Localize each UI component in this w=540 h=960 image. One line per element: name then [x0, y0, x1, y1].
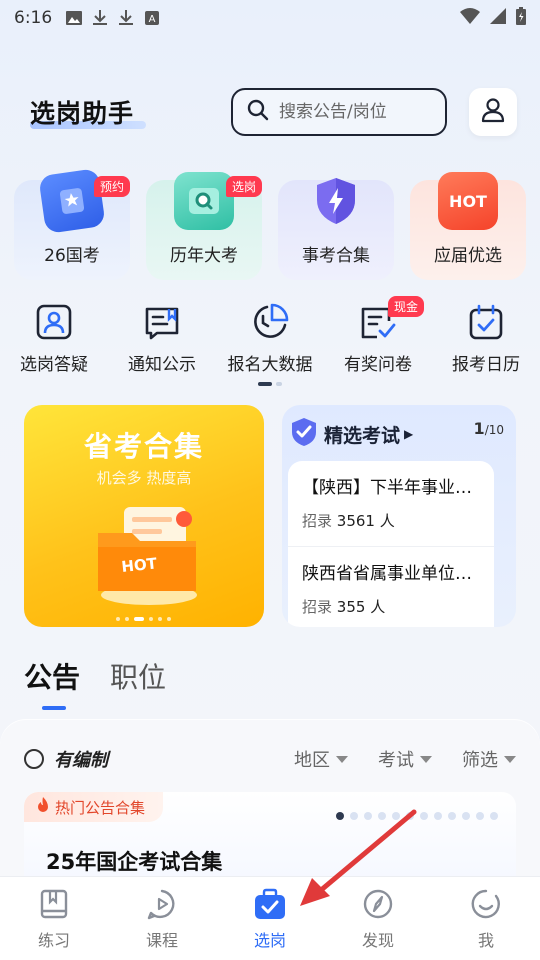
- establishment-checkbox[interactable]: [24, 749, 44, 769]
- download-icon: [118, 10, 134, 26]
- exam-panel: 精选考试 ▶ 1/10 【陕西】下半年事业单位招聘 招录 3561 人 陕西省省…: [282, 405, 516, 627]
- tool-label: 报名大数据: [227, 355, 313, 375]
- feature-label: 事考合集: [302, 246, 370, 266]
- hot-folder-icon: HOT: [98, 507, 197, 605]
- lightning-shield-icon: [306, 172, 366, 230]
- hot-title: 25年国企考试合集: [46, 850, 223, 874]
- tool-label: 有奖问卷: [344, 355, 412, 375]
- feature-label: 26国考: [44, 246, 100, 266]
- user-icon: [480, 97, 506, 127]
- feature-card-guokao[interactable]: 预约 26国考: [14, 168, 130, 280]
- nav-discover[interactable]: 发现: [324, 877, 432, 960]
- download-icon: [92, 10, 108, 26]
- play-icon: [145, 887, 179, 921]
- profile-button[interactable]: [469, 88, 517, 136]
- nav-practice[interactable]: 练习: [0, 877, 108, 960]
- exam-panel-title: 精选考试: [324, 424, 401, 447]
- feature-card-shikao[interactable]: 事考合集: [278, 178, 394, 280]
- badge-reserve: 预约: [93, 176, 130, 197]
- nav-courses[interactable]: 课程: [108, 877, 216, 960]
- list-panel: 有编制 地区 考试 筛选 热门公告合集 25年国企考试合集: [0, 720, 540, 892]
- app-a-icon: A: [144, 10, 160, 26]
- dropdown-icon: [336, 755, 348, 763]
- compass-icon: [361, 887, 395, 921]
- exam-meta: 招录 3561 人: [302, 512, 395, 530]
- svg-text:A: A: [149, 14, 156, 25]
- tool-label: 选岗答疑: [20, 355, 88, 375]
- tool-calendar[interactable]: 报考日历: [432, 298, 540, 375]
- svg-text:HOT: HOT: [449, 192, 487, 211]
- tab-announcements[interactable]: 公告: [24, 656, 80, 710]
- dropdown-icon: [504, 755, 516, 763]
- tab-positions[interactable]: 职位: [110, 656, 166, 696]
- page-title: 选岗助手: [30, 99, 135, 128]
- notice-icon: [142, 302, 182, 342]
- tool-bigdata[interactable]: 报名大数据: [216, 298, 324, 375]
- promo-banner[interactable]: 省考合集 机会多 热度高 HOT: [24, 405, 264, 627]
- exam-list: 【陕西】下半年事业单位招聘 招录 3561 人 陕西省省属事业单位招聘 招录 3…: [288, 461, 494, 627]
- search-box[interactable]: [231, 88, 447, 136]
- promo-subtitle: 机会多 热度高: [96, 469, 192, 487]
- status-bar: 6:16 A: [0, 0, 540, 36]
- search-input[interactable]: [279, 102, 429, 122]
- image-icon: [66, 10, 83, 26]
- smile-icon: [469, 887, 503, 921]
- briefcase-check-icon: [253, 887, 287, 921]
- exam-item[interactable]: 陕西省省属事业单位招聘 招录 355 人: [288, 547, 494, 627]
- feature-card-graduate[interactable]: HOT 应届优选: [410, 172, 526, 280]
- bottom-nav: 练习 课程 选岗 发现 我: [0, 876, 540, 960]
- tool-notice[interactable]: 通知公示: [108, 298, 216, 375]
- tool-survey[interactable]: 现金 有奖问卷: [324, 296, 432, 375]
- feature-label: 应届优选: [434, 246, 502, 266]
- feature-label: 历年大考: [170, 246, 238, 266]
- exam-counter: 1/10: [473, 419, 504, 438]
- book-icon: [37, 887, 71, 921]
- badge-select: 选岗: [225, 176, 262, 197]
- hot-dots: [336, 812, 498, 820]
- filter-row: 有编制 地区 考试 筛选: [24, 746, 516, 772]
- shield-check-icon: [290, 417, 318, 451]
- dropdown-icon: [420, 755, 432, 763]
- nav-select-job[interactable]: 选岗: [216, 877, 324, 960]
- search-icon: [247, 99, 269, 125]
- nav-me[interactable]: 我: [432, 877, 540, 960]
- establishment-label: 有编制: [54, 750, 108, 771]
- tool-label: 通知公示: [128, 355, 196, 375]
- hot-tag: 热门公告合集: [24, 792, 164, 822]
- filter-more[interactable]: 筛选: [462, 746, 516, 772]
- flame-icon: [36, 797, 50, 817]
- promo-dots: [116, 617, 171, 621]
- header: 选岗助手: [0, 88, 540, 138]
- exam-name: 陕西省省属事业单位招聘: [302, 564, 480, 584]
- pie-clock-icon: [250, 302, 290, 342]
- tool-label: 报考日历: [452, 355, 520, 375]
- exam-panel-header[interactable]: 精选考试 ▶: [290, 417, 413, 451]
- tool-qa[interactable]: 选岗答疑: [0, 298, 108, 375]
- svg-text:HOT: HOT: [121, 554, 159, 576]
- tool-row: 选岗答疑 通知公示 报名大数据 现金 有奖问卷 报考日历: [0, 296, 540, 378]
- signal-icon: [490, 7, 506, 29]
- battery-icon: [516, 6, 526, 30]
- wifi-icon: [460, 7, 480, 29]
- filter-region[interactable]: 地区: [294, 746, 348, 772]
- exam-meta: 招录 355 人: [302, 598, 386, 616]
- content-tabs: 公告 职位: [24, 656, 166, 710]
- feature-card-history[interactable]: 选岗 历年大考: [146, 172, 262, 280]
- tool-pager: [258, 382, 282, 386]
- filter-exam[interactable]: 考试: [378, 746, 432, 772]
- exam-name: 【陕西】下半年事业单位招聘: [302, 478, 480, 498]
- calendar-check-icon: [466, 302, 506, 342]
- promo-title: 省考合集: [83, 430, 204, 463]
- search-box-icon: [174, 172, 234, 230]
- status-time: 6:16: [14, 8, 53, 28]
- hot-box-icon: HOT: [438, 172, 498, 230]
- person-card-icon: [34, 302, 74, 342]
- badge-cash: 现金: [388, 296, 425, 317]
- exam-item[interactable]: 【陕西】下半年事业单位招聘 招录 3561 人: [288, 461, 494, 547]
- feature-cards: 预约 26国考 选岗 历年大考 事考合集 HOT 应届优选: [14, 160, 526, 280]
- caret-right-icon: ▶: [404, 427, 414, 441]
